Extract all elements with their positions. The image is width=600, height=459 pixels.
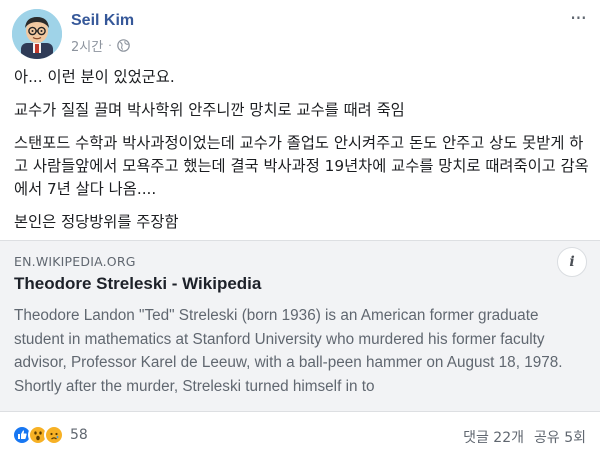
- reaction-count: 58: [70, 427, 88, 443]
- post-body: 아... 이런 분이 있었군요. 교수가 질질 끌며 박사학위 안주니깐 망치로…: [14, 66, 594, 244]
- globe-icon[interactable]: [116, 39, 130, 52]
- link-preview-card[interactable]: EN.WIKIPEDIA.ORG Theodore Streleski - Wi…: [0, 240, 600, 412]
- post-paragraph: 본인은 정당방위를 주장함: [14, 213, 179, 231]
- avatar-cartoon-icon: [12, 9, 62, 59]
- comments-count[interactable]: 댓글 22개: [463, 427, 524, 447]
- post-meta: 2시간 ·: [71, 36, 130, 55]
- post-time[interactable]: 2시간: [71, 36, 103, 55]
- post-footer: 58 댓글 22개 공유 5회: [0, 418, 600, 454]
- engagement-counts: 댓글 22개 공유 5회: [463, 427, 586, 447]
- post-header: Seil Kim 2시간 · ···: [0, 0, 600, 62]
- avatar[interactable]: [12, 9, 62, 59]
- meta-separator: ·: [108, 39, 112, 52]
- link-title[interactable]: Theodore Streleski - Wikipedia: [14, 274, 261, 294]
- info-icon[interactable]: i: [557, 247, 587, 277]
- shares-count[interactable]: 공유 5회: [534, 427, 586, 447]
- link-domain: EN.WIKIPEDIA.ORG: [14, 254, 136, 269]
- post-paragraph: 스탠포드 수학과 박사과정이었는데 교수가 졸업도 안시켜주고 돈도 안주고 상…: [14, 134, 589, 198]
- sad-icon: [44, 425, 64, 445]
- link-description: Theodore Landon "Ted" Streleski (born 19…: [14, 307, 563, 395]
- post-paragraph: 아... 이런 분이 있었군요.: [14, 68, 175, 86]
- author-name[interactable]: Seil Kim: [71, 12, 134, 30]
- post-paragraph: 교수가 질질 끌며 박사학위 안주니깐 망치로 교수를 때려 죽임: [14, 101, 405, 119]
- reactions-summary[interactable]: 58: [12, 425, 88, 445]
- more-options-icon[interactable]: ···: [570, 8, 587, 28]
